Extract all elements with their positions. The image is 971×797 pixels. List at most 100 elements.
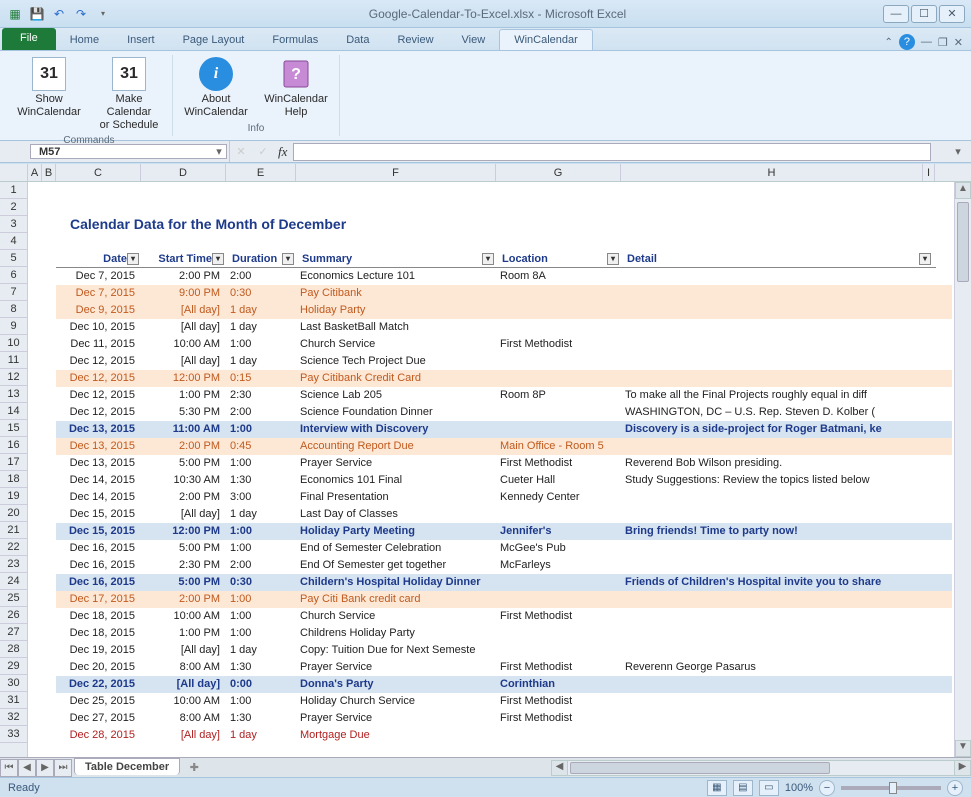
cell[interactable]: Dec 15, 2015 [56,508,141,520]
cell[interactable]: Pay Citi Bank credit card [296,593,496,605]
row-header[interactable]: 22 [0,539,27,556]
scroll-left-icon[interactable]: ◀ [552,761,568,775]
cell[interactable]: 1 day [226,508,296,520]
page-break-view-icon[interactable]: ▭ [759,780,779,796]
hscroll-thumb[interactable] [570,762,830,774]
filter-dropdown-icon[interactable]: ▾ [212,253,224,265]
normal-view-icon[interactable]: ▦ [707,780,727,796]
row-header[interactable]: 26 [0,607,27,624]
cell[interactable]: 2:30 PM [141,559,226,571]
row-header[interactable]: 24 [0,573,27,590]
undo-icon[interactable]: ↶ [50,5,68,23]
table-row[interactable]: Dec 12, 2015[All day]1 dayScience Tech P… [56,353,952,370]
cell[interactable]: Dec 19, 2015 [56,644,141,656]
ribbon-tab[interactable]: Home [56,30,113,50]
cell[interactable]: Science Tech Project Due [296,355,496,367]
cell[interactable]: 3:00 [226,491,296,503]
workbook-minimize-icon[interactable]: ― [921,36,932,48]
cell[interactable]: 1:00 [226,593,296,605]
cell[interactable]: 1:00 [226,610,296,622]
formula-input[interactable] [293,143,931,161]
table-row[interactable]: Dec 16, 20152:30 PM2:00End Of Semester g… [56,557,952,574]
cell[interactable]: Dec 22, 2015 [56,678,141,690]
cell[interactable]: First Methodist [496,338,621,350]
cell[interactable]: 2:30 [226,389,296,401]
cell[interactable]: 1:00 [226,338,296,350]
cell[interactable]: Kennedy Center [496,491,621,503]
cell[interactable]: First Methodist [496,661,621,673]
row-header[interactable]: 33 [0,726,27,743]
cell[interactable]: Dec 28, 2015 [56,729,141,741]
table-row[interactable]: Dec 18, 201510:00 AM1:00Church ServiceFi… [56,608,952,625]
cell[interactable]: Holiday Church Service [296,695,496,707]
cell[interactable]: 2:00 [226,559,296,571]
cell[interactable]: Dec 11, 2015 [56,338,141,350]
cell[interactable]: Dec 25, 2015 [56,695,141,707]
row-header[interactable]: 9 [0,318,27,335]
cell[interactable]: Last Day of Classes [296,508,496,520]
col-header[interactable]: B [42,164,56,181]
cell[interactable]: [All day] [141,508,226,520]
cell[interactable]: 10:00 AM [141,610,226,622]
cell[interactable]: Dec 12, 2015 [56,372,141,384]
table-row[interactable]: Dec 19, 2015[All day]1 dayCopy: Tuition … [56,642,952,659]
zoom-slider[interactable] [841,786,941,790]
row-header[interactable]: 15 [0,420,27,437]
cell[interactable]: 2:00 PM [141,593,226,605]
scroll-right-icon[interactable]: ▶ [954,761,970,775]
cell[interactable]: Dec 16, 2015 [56,559,141,571]
horizontal-scrollbar[interactable]: ◀ ▶ [551,760,971,776]
row-header[interactable]: 25 [0,590,27,607]
cell[interactable]: [All day] [141,678,226,690]
sheet-nav-next-icon[interactable]: ▶ [36,759,54,777]
cell[interactable]: Childern's Hospital Holiday Dinner [296,576,496,588]
minimize-button[interactable]: ― [883,5,909,23]
fx-icon[interactable]: fx [274,144,291,160]
cell[interactable]: Copy: Tuition Due for Next Semeste [296,644,496,656]
table-row[interactable]: Dec 15, 2015[All day]1 dayLast Day of Cl… [56,506,952,523]
cell[interactable]: Discovery is a side-project for Roger Ba… [621,423,891,435]
row-header[interactable]: 31 [0,692,27,709]
row-header[interactable]: 28 [0,641,27,658]
cell[interactable]: Jennifer's [496,525,621,537]
cell[interactable]: Friends of Children's Hospital invite yo… [621,576,891,588]
cell[interactable]: Interview with Discovery [296,423,496,435]
cell[interactable]: 1:00 PM [141,627,226,639]
ribbon-button[interactable]: 31Make Calendaror Schedule [94,57,164,133]
cell[interactable]: Last BasketBall Match [296,321,496,333]
row-header[interactable]: 16 [0,437,27,454]
cell[interactable]: Holiday Party Meeting [296,525,496,537]
zoom-in-button[interactable]: + [947,780,963,796]
cell[interactable]: Dec 13, 2015 [56,457,141,469]
cell[interactable]: 1:00 [226,423,296,435]
cell[interactable]: 2:00 PM [141,491,226,503]
cell[interactable]: Dec 7, 2015 [56,270,141,282]
table-row[interactable]: Dec 18, 20151:00 PM1:00Childrens Holiday… [56,625,952,642]
cell[interactable]: Corinthian [496,678,621,690]
cell[interactable]: 1:00 [226,627,296,639]
row-header[interactable]: 7 [0,284,27,301]
cell[interactable]: Church Service [296,610,496,622]
table-row[interactable]: Dec 28, 2015[All day]1 dayMortgage Due [56,727,952,744]
table-row[interactable]: Dec 13, 20152:00 PM0:45Accounting Report… [56,438,952,455]
ribbon-button[interactable]: iAboutWinCalendar [181,57,251,121]
cell[interactable]: Holiday Party [296,304,496,316]
cell[interactable]: Dec 12, 2015 [56,406,141,418]
cell[interactable]: 2:00 PM [141,440,226,452]
table-row[interactable]: Dec 16, 20155:00 PM1:00End of Semester C… [56,540,952,557]
cell[interactable]: Childrens Holiday Party [296,627,496,639]
cell[interactable]: Room 8P [496,389,621,401]
cell[interactable]: Accounting Report Due [296,440,496,452]
cell[interactable]: Cueter Hall [496,474,621,486]
row-header[interactable]: 21 [0,522,27,539]
formula-expand-icon[interactable]: ▾ [951,145,965,158]
scroll-thumb[interactable] [957,202,969,282]
cell[interactable]: 5:00 PM [141,576,226,588]
filter-dropdown-icon[interactable]: ▾ [482,253,494,265]
sheet-nav-prev-icon[interactable]: ◀ [18,759,36,777]
row-header[interactable]: 19 [0,488,27,505]
zoom-level[interactable]: 100% [785,782,813,794]
filter-dropdown-icon[interactable]: ▾ [127,253,139,265]
cell[interactable]: Study Suggestions: Review the topics lis… [621,474,891,486]
enter-formula-icon[interactable]: ✓ [252,145,274,158]
